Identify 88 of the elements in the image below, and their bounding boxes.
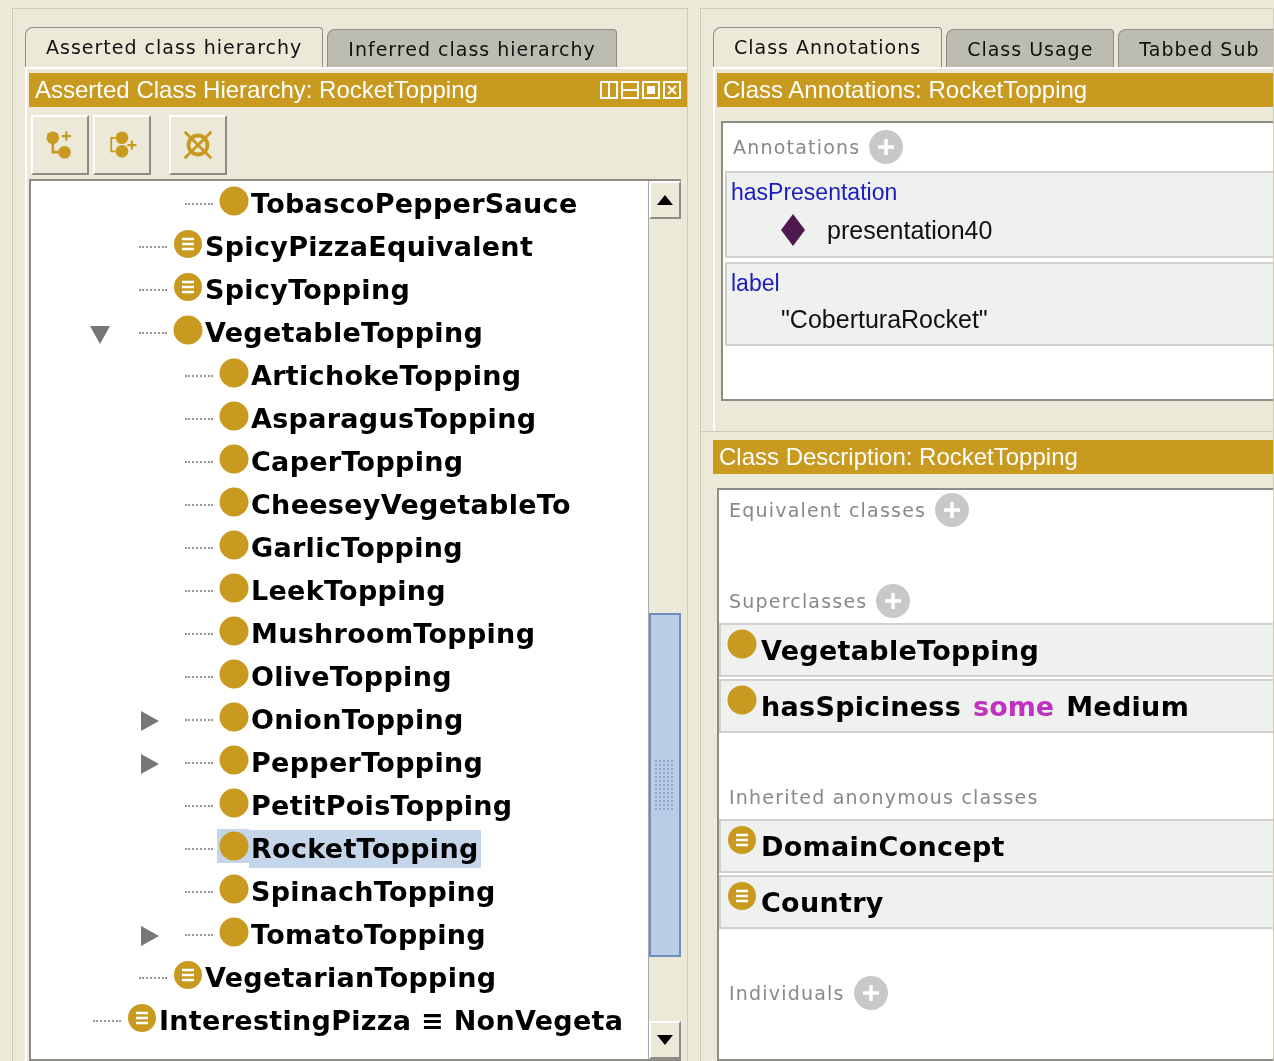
section-heading: Individuals <box>729 982 845 1004</box>
add-button[interactable] <box>934 492 971 528</box>
tab[interactable]: Class Annotations <box>713 27 943 67</box>
maximize-icon[interactable] <box>642 81 660 99</box>
tree-item[interactable]: RocketTopping <box>249 829 481 868</box>
view-title: Asserted Class Hierarchy: RocketTopping <box>35 75 479 105</box>
down-arrow-icon <box>657 1035 673 1045</box>
delete-class-button[interactable] <box>169 115 227 175</box>
scroll-down-button[interactable] <box>649 1021 681 1059</box>
class-icon <box>219 572 249 603</box>
tree-item[interactable]: OnionTopping <box>249 700 466 739</box>
tree-item[interactable]: VegetarianTopping <box>203 958 499 997</box>
tree-item[interactable]: CheeseyVegetableTo <box>249 485 573 524</box>
add-button[interactable] <box>875 583 912 619</box>
tree-item[interactable]: PepperTopping <box>249 743 486 782</box>
annotation-property[interactable]: label <box>731 270 780 296</box>
class-name: DomainConcept <box>761 830 1005 862</box>
tree-item[interactable]: CaperTopping <box>249 442 466 481</box>
split-vertical-icon[interactable] <box>600 81 618 99</box>
tree-item[interactable]: TomatoTopping <box>249 915 488 954</box>
class-icon <box>219 400 249 431</box>
class-icon <box>219 916 249 947</box>
class-name: Country <box>761 886 884 918</box>
defined-class-icon <box>127 1002 157 1033</box>
class-icon <box>219 830 249 861</box>
tree-item[interactable]: GarlicTopping <box>249 528 465 567</box>
add-button[interactable] <box>852 975 889 1011</box>
tree-item[interactable]: SpinachTopping <box>249 872 498 911</box>
class-icon <box>219 443 249 474</box>
tree-item[interactable]: InterestingPizza ≡ NonVegeta <box>157 1001 626 1040</box>
close-icon[interactable] <box>663 81 681 99</box>
collapsed-arrow-icon[interactable] <box>139 925 161 947</box>
split-horizontal-icon[interactable] <box>621 81 639 99</box>
tree-item[interactable]: PetitPoisTopping <box>249 786 515 825</box>
annotation-value: "CoberturaRocket" <box>781 305 988 334</box>
scroll-thumb[interactable] <box>649 613 681 957</box>
class-icon <box>219 185 249 216</box>
class-icon <box>173 314 203 345</box>
tree-item[interactable]: OliveTopping <box>249 657 454 696</box>
scroll-up-button[interactable] <box>649 181 681 219</box>
defined-class-icon <box>173 228 203 259</box>
class-icon <box>219 873 249 904</box>
section-heading: Equivalent classes <box>729 499 927 521</box>
add-button[interactable] <box>868 129 905 165</box>
class-icon <box>219 744 249 775</box>
add-sibling-button[interactable] <box>93 115 151 175</box>
section-heading: Inherited anonymous classes <box>729 786 1039 808</box>
tree-item[interactable]: MushroomTopping <box>249 614 538 653</box>
tree-item[interactable]: TobascoPepperSauce <box>249 184 580 223</box>
defined-class-icon <box>173 271 203 302</box>
up-arrow-icon <box>657 195 673 205</box>
keyword: some <box>973 690 1055 722</box>
class-icon <box>219 615 249 646</box>
expanded-arrow-icon[interactable] <box>89 323 111 345</box>
class-icon <box>727 629 757 659</box>
class-name: VegetableTopping <box>761 634 1040 666</box>
add-subclass-button[interactable] <box>31 115 89 175</box>
tree-item[interactable]: AsparagusTopping <box>249 399 539 438</box>
class-icon <box>219 787 249 818</box>
defined-class-icon <box>173 959 203 990</box>
class-icon <box>219 486 249 517</box>
tree-item[interactable]: ArtichokeTopping <box>249 356 524 395</box>
defined-class-icon <box>727 825 757 855</box>
view-title: Class Annotations: RocketTopping <box>723 75 1089 105</box>
tree-item[interactable]: VegetableTopping <box>203 313 486 352</box>
tab[interactable]: Asserted class hierarchy <box>25 27 324 67</box>
tab[interactable]: Inferred class hierarchy <box>327 29 617 67</box>
tab[interactable]: Tabbed Sub <box>1118 29 1273 67</box>
diamond-icon <box>781 214 805 246</box>
tree-item[interactable]: SpicyTopping <box>203 270 413 309</box>
class-name: hasSpiciness <box>761 690 962 722</box>
class-icon <box>219 658 249 689</box>
collapsed-arrow-icon[interactable] <box>139 710 161 732</box>
class-icon <box>219 529 249 560</box>
class-icon <box>219 357 249 388</box>
tab[interactable]: Class Usage <box>946 29 1115 67</box>
class-name: Medium <box>1066 690 1190 722</box>
defined-class-icon <box>727 881 757 911</box>
view-title: Class Description: RocketTopping <box>719 442 1079 472</box>
section-heading: Superclasses <box>729 590 868 612</box>
class-icon <box>727 685 757 715</box>
section-heading: Annotations <box>733 136 861 158</box>
tree-item[interactable]: LeekTopping <box>249 571 448 610</box>
tree-item[interactable]: SpicyPizzaEquivalent <box>203 227 536 266</box>
collapsed-arrow-icon[interactable] <box>139 753 161 775</box>
class-icon <box>219 701 249 732</box>
annotation-value: presentation40 <box>827 215 993 245</box>
annotation-property[interactable]: hasPresentation <box>731 179 898 205</box>
